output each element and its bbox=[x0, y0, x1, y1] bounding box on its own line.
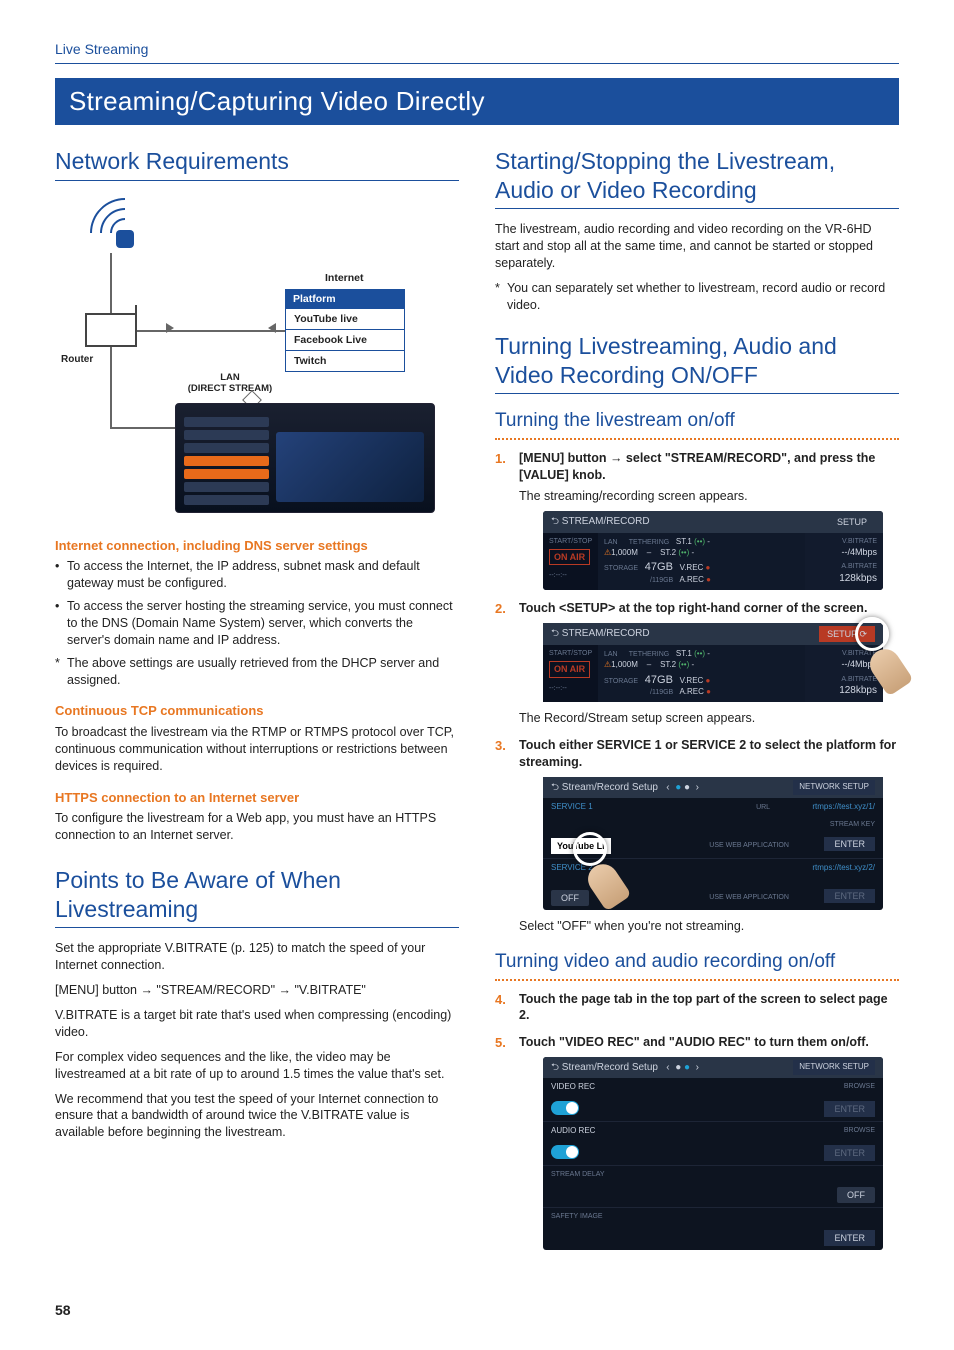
section-label: Live Streaming bbox=[55, 40, 899, 64]
step-number: 3. bbox=[495, 737, 506, 755]
bullet-item: To access the Internet, the IP address, … bbox=[55, 558, 459, 592]
subheading-video-audio-onoff: Turning video and audio recording on/off bbox=[495, 949, 899, 975]
touch-indicator-icon bbox=[855, 617, 889, 651]
step-text: Touch <SETUP> at the top right-hand corn… bbox=[519, 600, 899, 617]
setup-button: SETUP bbox=[829, 514, 875, 530]
platform-stack: Platform YouTube live Facebook Live Twit… bbox=[285, 289, 405, 373]
back-icon: ⮌ STREAM/RECORD bbox=[551, 515, 650, 529]
subheading-https: HTTPS connection to an Internet server bbox=[55, 789, 459, 807]
router-icon bbox=[85, 313, 137, 347]
paragraph: The livestream, audio recording and vide… bbox=[495, 221, 899, 272]
screenshot-stream-record-setup-tap: ⮌ STREAM/RECORDSETUP ⟳ START/STOP ON AIR… bbox=[543, 623, 883, 702]
step-number: 4. bbox=[495, 991, 506, 1009]
subheading-tcp: Continuous TCP communications bbox=[55, 702, 459, 720]
step-note: The streaming/recording screen appears. bbox=[519, 488, 899, 505]
wireless-icon bbox=[85, 198, 165, 258]
dotted-rule bbox=[495, 979, 899, 981]
paragraph: To configure the livestream for a Web ap… bbox=[55, 810, 459, 844]
step-number: 2. bbox=[495, 600, 506, 618]
step-item: 2. Touch <SETUP> at the top right-hand c… bbox=[495, 600, 899, 727]
step-text: Touch the page tab in the top part of th… bbox=[519, 991, 899, 1025]
subheading-internet-connection: Internet connection, including DNS serve… bbox=[55, 537, 459, 555]
left-column: Network Requirements Router Internet Pla… bbox=[55, 147, 459, 1260]
network-diagram: Router Internet Platform YouTube live Fa… bbox=[55, 193, 459, 523]
heading-start-stop: Starting/Stopping the Livestream, Audio … bbox=[495, 147, 899, 210]
network-setup-button: NETWORK SETUP bbox=[793, 780, 875, 795]
page-title: Streaming/Capturing Video Directly bbox=[55, 78, 899, 125]
step-number: 5. bbox=[495, 1034, 506, 1052]
page-number: 58 bbox=[55, 1301, 71, 1320]
dotted-rule bbox=[495, 438, 899, 440]
toggle-on-icon bbox=[551, 1101, 579, 1115]
toggle-on-icon bbox=[551, 1145, 579, 1159]
onair-badge: ON AIR bbox=[549, 549, 590, 565]
step-item: 4. Touch the page tab in the top part of… bbox=[495, 991, 899, 1025]
platform-item: YouTube live bbox=[285, 309, 405, 330]
platform-item: Facebook Live bbox=[285, 330, 405, 351]
heading-network-requirements: Network Requirements bbox=[55, 147, 459, 181]
internet-label: Internet bbox=[325, 271, 364, 285]
note: You can separately set whether to livest… bbox=[495, 280, 899, 314]
paragraph: V.BITRATE is a target bit rate that's us… bbox=[55, 1007, 459, 1041]
step-item: 1. [MENU] button → select "STREAM/RECORD… bbox=[495, 450, 899, 590]
heading-points: Points to Be Aware of When Livestreaming bbox=[55, 866, 459, 929]
paragraph: For complex video sequences and the like… bbox=[55, 1049, 459, 1083]
bullet-item: To access the server hosting the streami… bbox=[55, 598, 459, 649]
platform-heading: Platform bbox=[285, 289, 405, 309]
router-label: Router bbox=[61, 353, 93, 367]
off-badge: OFF bbox=[551, 890, 589, 906]
paragraph: [MENU] button → "STREAM/RECORD" → "V.BIT… bbox=[55, 982, 459, 999]
step-number: 1. bbox=[495, 450, 506, 468]
touch-indicator-icon bbox=[573, 832, 607, 866]
step-text: [MENU] button → select "STREAM/RECORD", … bbox=[519, 450, 899, 484]
screenshot-stream-record-setup-page2: ⮌ Stream/Record Setup ‹ ● ● ›NETWORK SET… bbox=[543, 1057, 883, 1250]
lan-label: LAN(DIRECT STREAM) bbox=[185, 373, 275, 395]
step-note: The Record/Stream setup screen appears. bbox=[519, 710, 899, 727]
screenshot-stream-record-setup: ⮌ Stream/Record Setup ‹ ● ● ›NETWORK SET… bbox=[543, 777, 883, 910]
step-note: Select "OFF" when you're not streaming. bbox=[519, 918, 899, 935]
device-illustration bbox=[175, 403, 435, 513]
note: The above settings are usually retrieved… bbox=[55, 655, 459, 689]
step-item: 5. Touch "VIDEO REC" and "AUDIO REC" to … bbox=[495, 1034, 899, 1250]
right-column: Starting/Stopping the Livestream, Audio … bbox=[495, 147, 899, 1260]
step-item: 3. Touch either SERVICE 1 or SERVICE 2 t… bbox=[495, 737, 899, 935]
paragraph: We recommend that you test the speed of … bbox=[55, 1091, 459, 1142]
paragraph: To broadcast the livestream via the RTMP… bbox=[55, 724, 459, 775]
subheading-livestream-onoff: Turning the livestream on/off bbox=[495, 408, 899, 434]
paragraph: Set the appropriate V.BITRATE (p. 125) t… bbox=[55, 940, 459, 974]
heading-turning-onoff: Turning Livestreaming, Audio and Video R… bbox=[495, 332, 899, 395]
step-text: Touch "VIDEO REC" and "AUDIO REC" to tur… bbox=[519, 1034, 899, 1051]
enter-button: ENTER bbox=[824, 837, 875, 851]
step-text: Touch either SERVICE 1 or SERVICE 2 to s… bbox=[519, 737, 899, 771]
screenshot-stream-record: ⮌ STREAM/RECORDSETUP START/STOP ON AIR -… bbox=[543, 511, 883, 590]
platform-item: Twitch bbox=[285, 351, 405, 372]
